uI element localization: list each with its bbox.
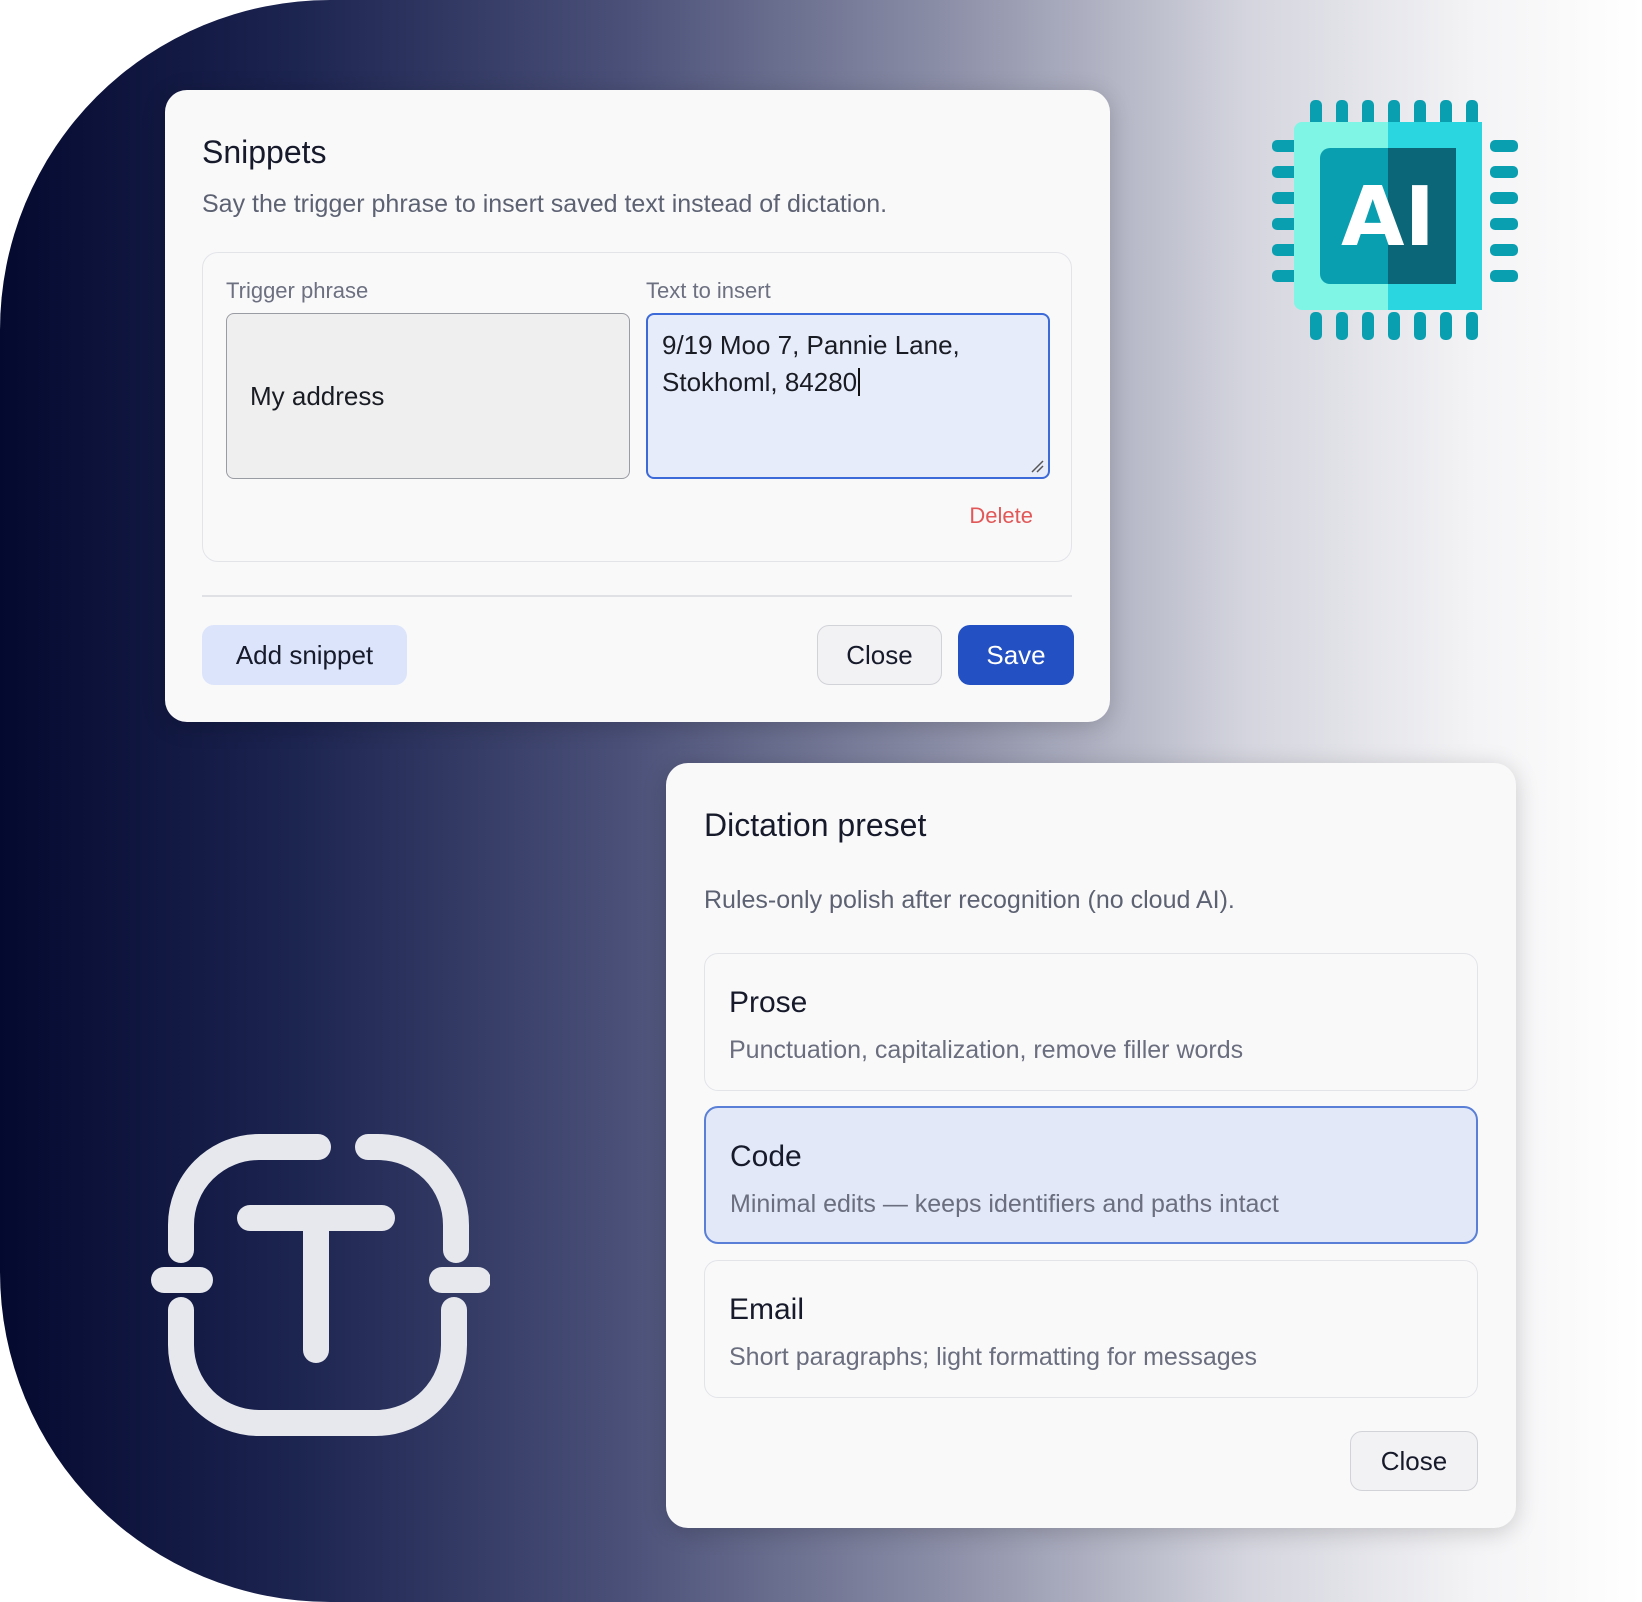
- save-button[interactable]: Save: [958, 625, 1074, 685]
- dictation-preset-dialog: Dictation preset Rules-only polish after…: [666, 763, 1516, 1528]
- preset-option-code[interactable]: Code Minimal edits — keeps identifiers a…: [704, 1106, 1478, 1244]
- delete-snippet-button[interactable]: Delete: [969, 503, 1033, 529]
- add-snippet-button[interactable]: Add snippet: [202, 625, 407, 685]
- close-button[interactable]: Close: [1350, 1431, 1478, 1491]
- preset-description: Punctuation, capitalization, remove fill…: [729, 1036, 1244, 1064]
- dialog-title: Snippets: [202, 134, 327, 170]
- text-caret: [858, 368, 861, 396]
- text-line-2: Stokhoml, 84280: [662, 367, 858, 397]
- preset-description: Short paragraphs; light formatting for m…: [729, 1343, 1258, 1371]
- text-to-insert-label: Text to insert: [646, 278, 771, 303]
- dialog-subtitle: Say the trigger phrase to insert saved t…: [202, 190, 888, 218]
- trigger-phrase-value: My address: [250, 380, 385, 411]
- dialog-title: Dictation preset: [704, 807, 927, 843]
- resize-grip-icon[interactable]: [1030, 459, 1044, 473]
- text-recognition-icon: [151, 1134, 490, 1436]
- preset-name: Prose: [729, 986, 808, 1019]
- trigger-phrase-label: Trigger phrase: [226, 278, 369, 303]
- preset-option-email[interactable]: Email Short paragraphs; light formatting…: [704, 1260, 1478, 1398]
- close-button[interactable]: Close: [817, 625, 942, 685]
- preset-name: Email: [729, 1293, 805, 1326]
- preset-option-prose[interactable]: Prose Punctuation, capitalization, remov…: [704, 953, 1478, 1091]
- ai-chip-logo: AI: [1272, 100, 1518, 340]
- trigger-phrase-input[interactable]: My address: [226, 313, 630, 479]
- preset-name: Code: [730, 1140, 802, 1173]
- snippets-dialog: Snippets Say the trigger phrase to inser…: [165, 90, 1110, 722]
- ai-logo-text: AI: [1341, 170, 1435, 265]
- dialog-subtitle: Rules-only polish after recognition (no …: [704, 886, 1235, 914]
- preset-description: Minimal edits — keeps identifiers and pa…: [730, 1190, 1279, 1218]
- snippet-card: Trigger phrase Text to insert My address…: [202, 252, 1072, 562]
- divider: [202, 595, 1072, 597]
- text-line-1: 9/19 Moo 7, Pannie Lane,: [662, 330, 960, 360]
- text-to-insert-textarea[interactable]: 9/19 Moo 7, Pannie Lane, Stokhoml, 84280: [646, 313, 1050, 479]
